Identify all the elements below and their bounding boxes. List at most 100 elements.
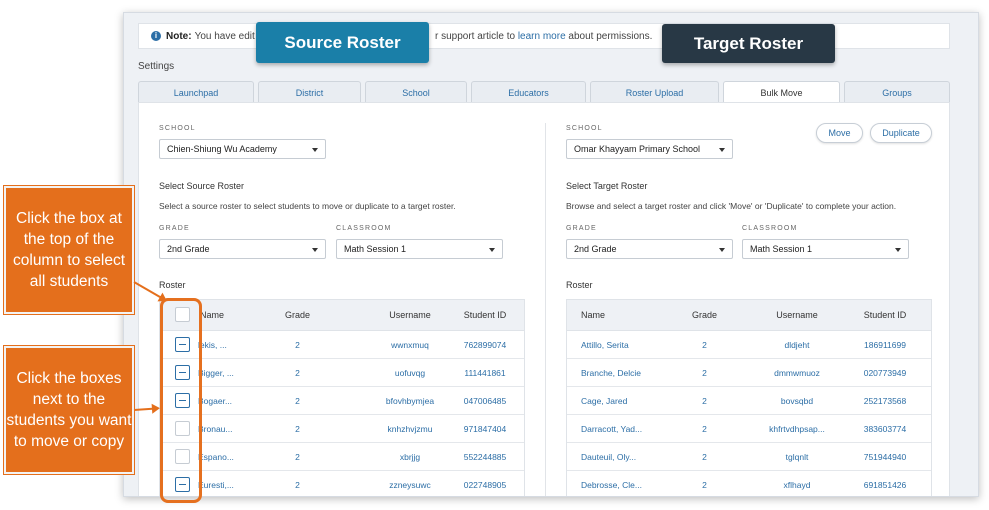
- tab-bulk-move[interactable]: Bulk Move: [723, 81, 840, 103]
- chevron-down-icon: [489, 248, 495, 252]
- table-row[interactable]: Bronau... 2 knhzhvjzmu 971847404: [160, 415, 524, 443]
- student-username: zzneysuwc: [389, 480, 431, 490]
- target-col-grade: Grade: [691, 310, 717, 320]
- duplicate-button[interactable]: Duplicate: [870, 123, 932, 143]
- student-name[interactable]: Espano...: [198, 452, 263, 462]
- table-row[interactable]: Darracott, Yad... 2 khfrtvdhpsap... 3836037…: [567, 415, 931, 443]
- table-row[interactable]: Espano... 2 xbrjjg 552244885: [160, 443, 524, 471]
- student-name[interactable]: Darracott, Yad...: [581, 424, 676, 434]
- source-classroom-select[interactable]: Math Session 1: [336, 239, 503, 259]
- info-icon: i: [151, 31, 161, 41]
- student-name[interactable]: Cage, Jared: [581, 396, 676, 406]
- student-name[interactable]: Bigger, ...: [198, 368, 263, 378]
- select-all-callout: Click the box at the top of the column t…: [4, 186, 134, 314]
- student-id: 971847404: [463, 424, 507, 434]
- table-row[interactable]: Dauteuil, Oly... 2 tglqnlt 751944940: [567, 443, 931, 471]
- chevron-down-icon: [895, 248, 901, 252]
- student-name[interactable]: Bogaer...: [198, 396, 263, 406]
- student-id: 111441861: [464, 368, 506, 378]
- student-id: 751944940: [863, 452, 907, 462]
- student-username: tglqnlt: [785, 452, 809, 462]
- table-row[interactable]: Cage, Jared 2 bovsqbd 252173568: [567, 387, 931, 415]
- bulk-move-content: SCHOOL Chien-Shiung Wu Academy Select So…: [138, 102, 950, 496]
- target-roster-label: Roster: [566, 280, 593, 290]
- target-grade-select[interactable]: 2nd Grade: [566, 239, 733, 259]
- table-row[interactable]: Debrosse, Cle... 2 xflhayd 691851426: [567, 471, 931, 496]
- target-roster-label-box: Target Roster: [662, 24, 835, 63]
- student-grade: 2: [702, 340, 707, 350]
- student-name[interactable]: Dauteuil, Oly...: [581, 452, 676, 462]
- source-school-select[interactable]: Chien-Shiung Wu Academy: [159, 139, 326, 159]
- tab-groups[interactable]: Groups: [844, 81, 950, 103]
- student-id: 022748905: [463, 480, 507, 490]
- student-grade: 2: [295, 368, 300, 378]
- source-table-body: lekis, ... 2 wwnxmuq 762899074 Bigger, ... 2 u…: [160, 331, 524, 496]
- chevron-down-icon: [312, 248, 318, 252]
- target-school-caption: SCHOOL: [566, 125, 603, 132]
- student-username: bfovhbymjea: [385, 396, 435, 406]
- table-row[interactable]: Branche, Delcie 2 dmmwmuoz 020773949: [567, 359, 931, 387]
- table-row[interactable]: Bogaer... 2 bfovhbymjea 047006485: [160, 387, 524, 415]
- target-col-username: Username: [776, 310, 818, 320]
- student-name[interactable]: Attillo, Serita: [581, 340, 676, 350]
- target-roster-table: Name Grade Username Student ID Attillo, …: [566, 299, 932, 496]
- target-table-body: Attillo, Serita 2 dldjeht 186911699 Branche,…: [567, 331, 931, 496]
- learn-more-link[interactable]: learn more: [518, 31, 566, 42]
- note-bold: Note:: [166, 30, 192, 42]
- note-text-after: r support article to: [435, 30, 516, 42]
- source-heading: Select Source Roster: [159, 181, 245, 191]
- source-grade-value: 2nd Grade: [167, 244, 210, 254]
- source-col-grade: Grade: [284, 310, 310, 320]
- student-id: 047006485: [463, 396, 507, 406]
- source-col-username: Username: [389, 310, 431, 320]
- table-row[interactable]: Attillo, Serita 2 dldjeht 186911699: [567, 331, 931, 359]
- student-name[interactable]: Debrosse, Cle...: [581, 480, 676, 490]
- student-grade: 2: [295, 424, 300, 434]
- student-username: dmmwmuoz: [774, 368, 820, 378]
- target-classroom-value: Math Session 1: [750, 244, 813, 254]
- chevron-down-icon: [312, 148, 318, 152]
- source-roster-label-box: Source Roster: [256, 22, 429, 63]
- student-grade: 2: [702, 424, 707, 434]
- move-button[interactable]: Move: [816, 123, 863, 143]
- student-grade: 2: [295, 340, 300, 350]
- settings-tabs: Launchpad District School Educators Rost…: [138, 81, 950, 103]
- student-name[interactable]: Euresti,...: [198, 480, 263, 490]
- table-row[interactable]: Euresti,... 2 zzneysuwc 022748905: [160, 471, 524, 496]
- tab-school[interactable]: School: [365, 81, 467, 103]
- student-username: bovsqbd: [780, 396, 814, 406]
- student-name[interactable]: Branche, Delcie: [581, 368, 676, 378]
- student-grade: 2: [295, 396, 300, 406]
- source-description: Select a source roster to select student…: [159, 201, 456, 211]
- tab-roster-upload[interactable]: Roster Upload: [590, 81, 719, 103]
- table-row[interactable]: Bigger, ... 2 uofuvqg 111441861: [160, 359, 524, 387]
- target-classroom-select[interactable]: Math Session 1: [742, 239, 909, 259]
- student-id: 252173568: [863, 396, 907, 406]
- settings-heading: Settings: [138, 61, 175, 72]
- student-username: wwnxmuq: [391, 340, 429, 350]
- student-id: 552244885: [463, 452, 507, 462]
- student-name[interactable]: lekis, ...: [198, 340, 263, 350]
- tab-educators[interactable]: Educators: [471, 81, 586, 103]
- source-table-header: Name Grade Username Student ID: [160, 300, 524, 331]
- source-grade-select[interactable]: 2nd Grade: [159, 239, 326, 259]
- target-table-header: Name Grade Username Student ID: [567, 300, 931, 331]
- student-grade: 2: [702, 368, 707, 378]
- note-text-after-wrap: r support article to learn more about pe…: [435, 31, 652, 42]
- source-roster-label: Roster: [159, 280, 186, 290]
- student-username: xflhayd: [783, 480, 811, 490]
- student-username: xbrjjg: [399, 452, 421, 462]
- student-name[interactable]: Bronau...: [198, 424, 263, 434]
- target-school-value: Omar Khayyam Primary School: [574, 144, 701, 154]
- student-id: 762899074: [463, 340, 507, 350]
- select-some-callout: Click the boxes next to the students you…: [4, 346, 134, 474]
- student-id: 383603774: [863, 424, 907, 434]
- checkbox-column-highlight: [160, 298, 202, 503]
- target-school-select[interactable]: Omar Khayyam Primary School: [566, 139, 733, 159]
- source-classroom-value: Math Session 1: [344, 244, 407, 254]
- select-some-callout-text: Click the boxes next to the students you…: [6, 370, 132, 450]
- table-row[interactable]: lekis, ... 2 wwnxmuq 762899074: [160, 331, 524, 359]
- tab-launchpad[interactable]: Launchpad: [138, 81, 254, 103]
- tab-district[interactable]: District: [258, 81, 361, 103]
- note-text-end: about permissions.: [568, 30, 653, 42]
